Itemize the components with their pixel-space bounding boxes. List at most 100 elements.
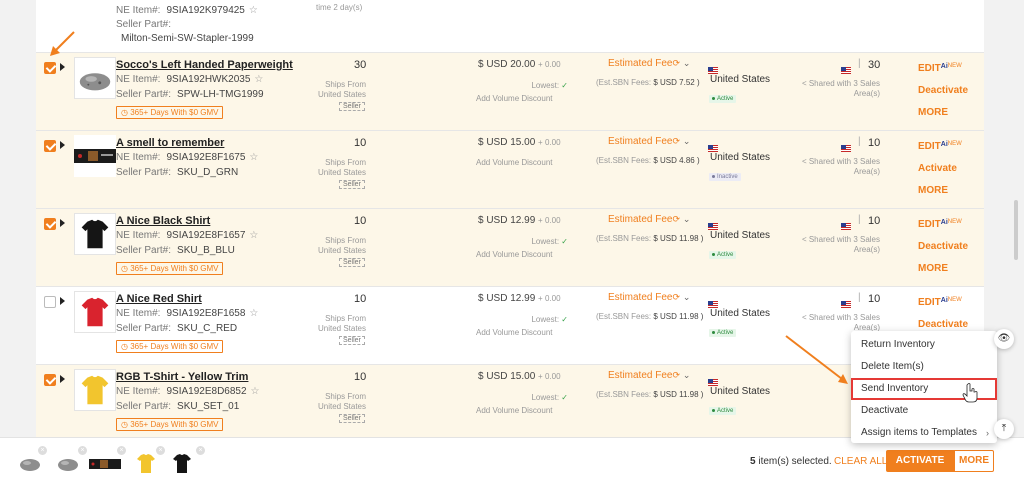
remove-icon[interactable]: × bbox=[38, 446, 47, 455]
expand-caret-icon[interactable] bbox=[60, 375, 65, 383]
selected-thumbnail[interactable] bbox=[18, 451, 42, 475]
menu-item-delete-items[interactable]: Delete Item(s) bbox=[851, 356, 997, 378]
favorite-star-icon[interactable]: ☆ bbox=[249, 152, 258, 163]
refresh-icon: ⟳ bbox=[672, 214, 681, 224]
edit-button[interactable]: EDITAiNEW bbox=[918, 63, 962, 74]
price[interactable]: $ USD 15.00 + 0.00 bbox=[478, 137, 561, 148]
shared-quantity: 10 bbox=[868, 215, 881, 227]
price[interactable]: $ USD 20.00 + 0.00 bbox=[478, 59, 561, 70]
product-thumbnail[interactable] bbox=[74, 291, 116, 333]
product-title[interactable]: Socco's Left Handed Paperweight bbox=[116, 59, 293, 71]
edit-button[interactable]: EDITAiNEW bbox=[918, 297, 962, 308]
remove-icon[interactable]: × bbox=[156, 446, 165, 455]
row-checkbox[interactable] bbox=[44, 62, 56, 74]
expand-caret-icon[interactable] bbox=[60, 297, 65, 305]
selected-thumbnail[interactable] bbox=[56, 451, 80, 475]
quantity[interactable]: 10 bbox=[354, 137, 366, 149]
chevron-down-icon: ⌄ bbox=[682, 292, 691, 302]
expand-caret-icon[interactable] bbox=[60, 141, 65, 149]
product-title[interactable]: A smell to remember bbox=[116, 137, 224, 149]
chevron-right-icon: › bbox=[986, 428, 989, 438]
favorite-star-icon[interactable]: ☆ bbox=[254, 74, 263, 85]
price[interactable]: $ USD 12.99 + 0.00 bbox=[478, 293, 561, 304]
menu-item-deactivate[interactable]: Deactivate bbox=[851, 400, 997, 422]
divider: | bbox=[858, 292, 861, 303]
shared-sales-areas[interactable]: < Shared with 3 Sales Area(s) bbox=[788, 79, 880, 99]
deactivate-button[interactable]: Deactivate bbox=[918, 319, 968, 330]
status-badge: Active bbox=[709, 251, 737, 259]
scrollbar[interactable] bbox=[1014, 200, 1018, 260]
activate-button[interactable]: ACTIVATE bbox=[886, 450, 954, 472]
seller-part: Seller Part#: SKU_B_BLU bbox=[116, 245, 235, 256]
favorite-star-icon[interactable]: ☆ bbox=[251, 386, 260, 397]
quantity[interactable]: 10 bbox=[354, 293, 366, 305]
quantity[interactable]: 10 bbox=[354, 215, 366, 227]
favorite-star-icon[interactable]: ☆ bbox=[249, 230, 258, 241]
product-thumbnail[interactable] bbox=[74, 213, 116, 255]
gmv-badge: ◷ 365+ Days With $0 GMV bbox=[116, 340, 224, 353]
more-button[interactable]: MORE bbox=[918, 185, 948, 196]
status-badge: Active bbox=[709, 95, 737, 103]
add-volume-discount-link[interactable]: Add Volume Discount bbox=[476, 250, 553, 259]
edit-button[interactable]: EDITAiNEW bbox=[918, 219, 962, 230]
price[interactable]: $ USD 15.00 + 0.00 bbox=[478, 371, 561, 382]
add-volume-discount-link[interactable]: Add Volume Discount bbox=[476, 328, 553, 337]
country: United States bbox=[710, 230, 771, 241]
more-button[interactable]: MORE bbox=[918, 107, 948, 118]
seller-part: Seller Part#: SKU_C_RED bbox=[116, 323, 238, 334]
price[interactable]: $ USD 12.99 + 0.00 bbox=[478, 215, 561, 226]
quantity[interactable]: 10 bbox=[354, 371, 366, 383]
product-thumbnail[interactable] bbox=[74, 57, 116, 99]
clear-all-link[interactable]: CLEAR ALL bbox=[834, 456, 887, 467]
shared-sales-areas[interactable]: < Shared with 3 Sales Area(s) bbox=[788, 157, 880, 177]
remove-icon[interactable]: × bbox=[78, 446, 87, 455]
shared-sales-areas[interactable]: < Shared with 3 Sales Area(s) bbox=[788, 313, 880, 333]
estimated-fee-dropdown[interactable]: Estimated Fee⟳ ⌄ bbox=[608, 136, 690, 147]
ships-from: Ships From United States bbox=[317, 158, 366, 177]
row-checkbox[interactable] bbox=[44, 140, 56, 152]
remove-icon[interactable]: × bbox=[196, 446, 205, 455]
product-title[interactable]: RGB T-Shirt - Yellow Trim bbox=[116, 371, 248, 383]
activate-button[interactable]: Activate bbox=[918, 163, 957, 174]
product-thumbnail[interactable] bbox=[74, 135, 116, 177]
status-badge: Inactive bbox=[709, 173, 741, 181]
quantity[interactable]: 30 bbox=[354, 59, 366, 71]
product-title[interactable]: A Nice Black Shirt bbox=[116, 215, 210, 227]
expand-caret-icon[interactable] bbox=[60, 63, 65, 71]
table-row: A Nice Black Shirt NE Item#: 9SIA192E8F16… bbox=[36, 208, 984, 286]
row-checkbox[interactable] bbox=[44, 296, 56, 308]
estimated-fee-dropdown[interactable]: Estimated Fee⟳ ⌄ bbox=[608, 292, 690, 303]
expand-caret-icon[interactable] bbox=[60, 219, 65, 227]
edit-button[interactable]: EDITAiNEW bbox=[918, 141, 962, 152]
add-volume-discount-link[interactable]: Add Volume Discount bbox=[476, 406, 553, 415]
estimated-fee-dropdown[interactable]: Estimated Fee⟳ ⌄ bbox=[608, 58, 690, 69]
sbn-fees: (Est.SBN Fees: $ USD 4.86 ) bbox=[596, 156, 700, 165]
left-gutter bbox=[0, 0, 36, 485]
gmv-badge: ◷ 365+ Days With $0 GMV bbox=[116, 106, 224, 119]
estimated-fee-dropdown[interactable]: Estimated Fee⟳ ⌄ bbox=[608, 214, 690, 225]
product-thumbnail[interactable] bbox=[74, 369, 116, 411]
add-volume-discount-link[interactable]: Add Volume Discount bbox=[476, 94, 553, 103]
product-title[interactable]: A Nice Red Shirt bbox=[116, 293, 202, 305]
selected-thumbnail[interactable] bbox=[89, 451, 121, 475]
row-checkbox[interactable] bbox=[44, 374, 56, 386]
eye-icon[interactable]: 👁 bbox=[994, 329, 1014, 349]
add-volume-discount-link[interactable]: Add Volume Discount bbox=[476, 158, 553, 167]
shared-sales-areas[interactable]: < Shared with 3 Sales Area(s) bbox=[788, 235, 880, 255]
scroll-top-icon[interactable]: ⤒ bbox=[994, 419, 1014, 439]
estimated-fee-dropdown[interactable]: Estimated Fee⟳ ⌄ bbox=[608, 370, 690, 381]
deactivate-button[interactable]: Deactivate bbox=[918, 85, 968, 96]
seller-part: Seller Part#: SPW-LH-TMG1999 bbox=[116, 89, 264, 100]
selected-thumbnail[interactable] bbox=[134, 451, 158, 475]
selected-thumbnail[interactable] bbox=[170, 451, 194, 475]
more-button[interactable]: MORE bbox=[954, 450, 994, 472]
favorite-star-icon[interactable]: ☆ bbox=[249, 308, 258, 319]
more-button[interactable]: MORE bbox=[918, 263, 948, 274]
ships-from: Ships From United States bbox=[317, 392, 366, 411]
deactivate-button[interactable]: Deactivate bbox=[918, 241, 968, 252]
row-checkbox[interactable] bbox=[44, 218, 56, 230]
remove-icon[interactable]: × bbox=[117, 446, 126, 455]
menu-item-assign-templates[interactable]: Assign items to Templates › bbox=[851, 422, 997, 444]
menu-item-return-inventory[interactable]: Return Inventory bbox=[851, 334, 997, 356]
sbn-fees: (Est.SBN Fees: $ USD 7.52 ) bbox=[596, 78, 700, 87]
